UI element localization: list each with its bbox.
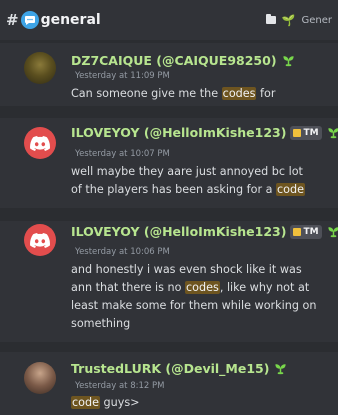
- cube-icon: [293, 128, 302, 137]
- channel-hash: #: [6, 11, 19, 29]
- message-line: least make some for them while working o…: [71, 297, 316, 315]
- message-line: something: [71, 315, 316, 333]
- header-right: 🌱 Gener: [265, 13, 332, 27]
- timestamp: Yesterday at 11:09 PM: [75, 71, 170, 81]
- search-highlight: codes: [185, 281, 220, 294]
- discord-logo-icon: [30, 135, 50, 151]
- text-segment: guys>: [99, 396, 140, 409]
- timestamp: Yesterday at 8:12 PM: [75, 381, 165, 391]
- text-segment: Can someone give me the: [71, 87, 222, 100]
- folder-icon[interactable]: [265, 14, 276, 24]
- author-name[interactable]: ILOVEYOY (@HelloImKishe123): [71, 224, 286, 239]
- guild-tag-badge[interactable]: TM: [290, 125, 322, 140]
- sprout-badge-icon: [282, 56, 294, 67]
- message-line: code guys>: [71, 394, 140, 412]
- search-highlight: codes: [221, 87, 257, 100]
- message-content: well maybe they aare just annoyed bc lot…: [71, 163, 306, 199]
- message-line: well maybe they aare just annoyed bc lot: [71, 163, 305, 181]
- sprout-badge-icon: [327, 227, 338, 238]
- message-line: ann that there is no codes, like why not…: [71, 279, 316, 297]
- message-content: code guys>: [71, 394, 140, 412]
- text-segment: something: [71, 317, 131, 330]
- discord-logo-icon: [30, 232, 50, 248]
- timestamp: Yesterday at 10:07 PM: [75, 149, 170, 159]
- message[interactable]: DZ7CAIQUE (@CAIQUE98250) Yesterday at 11…: [0, 43, 338, 106]
- message-content: and honestly i was even shock like it wa…: [71, 261, 316, 333]
- sprout-badge-icon: [327, 128, 338, 139]
- message-line: and honestly i was even shock like it wa…: [71, 261, 316, 279]
- channel-name[interactable]: general: [41, 12, 101, 28]
- text-segment: for: [256, 87, 276, 100]
- timestamp: Yesterday at 10:06 PM: [75, 247, 170, 257]
- message-content: Can someone give me the codes for: [71, 85, 275, 103]
- author-name[interactable]: TrustedLURK (@Devil_Me15): [71, 361, 269, 376]
- message[interactable]: ILOVEYOY (@HelloImKishe123) TM Yesterday…: [0, 118, 338, 208]
- text-segment: least make some for them while working o…: [71, 299, 317, 312]
- avatar[interactable]: [24, 224, 56, 256]
- message[interactable]: TrustedLURK (@Devil_Me15) Yesterday at 8…: [0, 352, 338, 415]
- author-name[interactable]: DZ7CAIQUE (@CAIQUE98250): [71, 53, 277, 68]
- avatar[interactable]: [24, 362, 56, 394]
- channel-header: # general 🌱 Gener: [0, 0, 338, 40]
- sprout-icon: 🌱: [281, 13, 296, 27]
- guild-tag: TM: [303, 127, 319, 138]
- guild-tag: TM: [303, 226, 319, 237]
- avatar[interactable]: [24, 127, 56, 159]
- cube-icon: [293, 227, 302, 236]
- text-segment: and honestly i was even shock like it wa…: [71, 263, 302, 276]
- text-segment: well maybe they aare just annoyed bc lot: [71, 165, 303, 178]
- guild-tag-badge[interactable]: TM: [290, 224, 322, 239]
- message[interactable]: ILOVEYOY (@HelloImKishe123) TM Yesterday…: [0, 221, 338, 342]
- text-segment: , like why not at: [219, 281, 310, 294]
- sprout-badge-icon: [275, 364, 287, 375]
- avatar[interactable]: [24, 52, 56, 84]
- parent-channel-label[interactable]: Gener: [301, 15, 332, 26]
- text-segment: of the players has been asking for a: [71, 183, 277, 196]
- message-line: Can someone give me the codes for: [71, 85, 275, 103]
- search-highlight: code: [276, 183, 306, 196]
- speech-bubble-icon: [20, 11, 39, 29]
- search-highlight: code: [71, 396, 100, 409]
- author-name[interactable]: ILOVEYOY (@HelloImKishe123): [71, 125, 286, 140]
- message-line: of the players has been asking for a cod…: [71, 181, 306, 199]
- text-segment: ann that there is no: [71, 281, 186, 294]
